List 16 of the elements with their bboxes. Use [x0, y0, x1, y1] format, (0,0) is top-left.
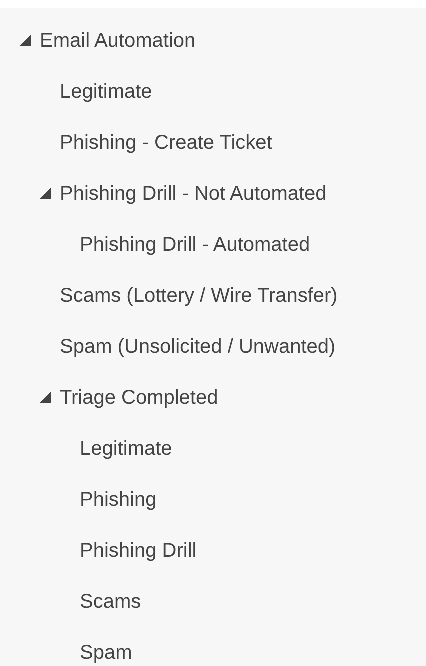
- tree-item[interactable]: Phishing - Create Ticket: [60, 130, 272, 154]
- tree-item[interactable]: Phishing Drill - Not Automated: [60, 182, 327, 206]
- expanded-arrow-icon[interactable]: [20, 35, 31, 46]
- tree-item[interactable]: Scams: [80, 590, 142, 614]
- tree-item[interactable]: Triage Completed: [60, 386, 218, 410]
- expanded-arrow-icon[interactable]: [40, 392, 51, 403]
- tree-item[interactable]: Legitimate: [60, 80, 152, 104]
- tree-item[interactable]: Email Automation: [40, 28, 196, 52]
- tree-item[interactable]: Phishing Drill: [80, 538, 197, 562]
- tree-item[interactable]: Scams (Lottery / Wire Transfer): [60, 284, 338, 308]
- tree-item[interactable]: Spam: [80, 640, 132, 664]
- tree-item[interactable]: Spam (Unsolicited / Unwanted): [60, 334, 336, 358]
- tree-item[interactable]: Phishing Drill - Automated: [80, 232, 310, 256]
- tree-item[interactable]: Legitimate: [80, 436, 172, 460]
- tree-item[interactable]: Phishing: [80, 488, 157, 512]
- expanded-arrow-icon[interactable]: [40, 188, 51, 199]
